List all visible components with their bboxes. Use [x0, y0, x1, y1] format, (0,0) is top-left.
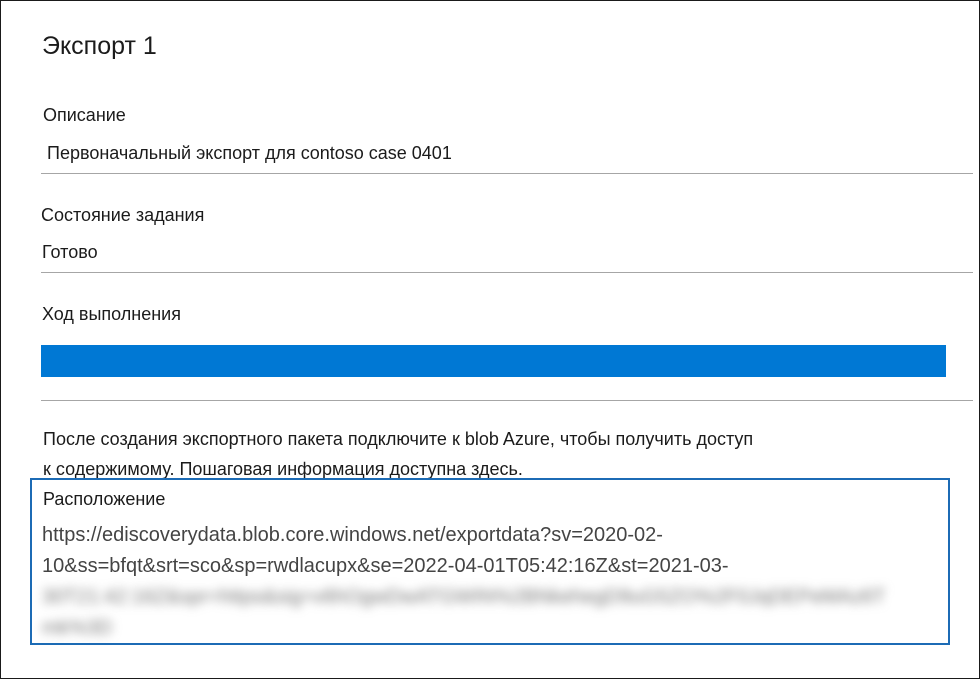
divider [41, 272, 973, 273]
description-label: Описание [43, 105, 126, 125]
location-url-line: 10&ss=bfqt&srt=sco&sp=rwdlacupx&se=2022-… [42, 555, 729, 577]
progress-label: Ход выполнения [42, 304, 181, 324]
job-status-label: Состояние задания [41, 205, 205, 225]
location-url-line-redacted: 30T21:42:16Z&spr=https&sig=v6hOgwDwATGWI… [42, 586, 886, 608]
location-label: Расположение [43, 489, 166, 509]
location-box[interactable]: Расположение https://ediscoverydata.blob… [30, 478, 950, 645]
job-status-value: Готово [42, 242, 98, 262]
instructions-line: После создания экспортного пакета подклю… [43, 429, 754, 449]
progress-bar-fill [41, 345, 946, 377]
location-url[interactable]: https://ediscoverydata.blob.core.windows… [42, 520, 942, 644]
panel-title: Экспорт 1 [42, 32, 157, 60]
divider [41, 173, 973, 174]
export-details-panel: Экспорт 1 Описание Первоначальный экспор… [0, 0, 980, 679]
location-url-line-redacted: mk%3D [42, 617, 113, 639]
description-value: Первоначальный экспорт для contoso case … [47, 143, 452, 163]
location-url-line: https://ediscoverydata.blob.core.windows… [42, 524, 663, 546]
divider [41, 400, 973, 401]
progress-bar [41, 345, 946, 377]
instructions-text: После создания экспортного пакета подклю… [43, 424, 843, 484]
